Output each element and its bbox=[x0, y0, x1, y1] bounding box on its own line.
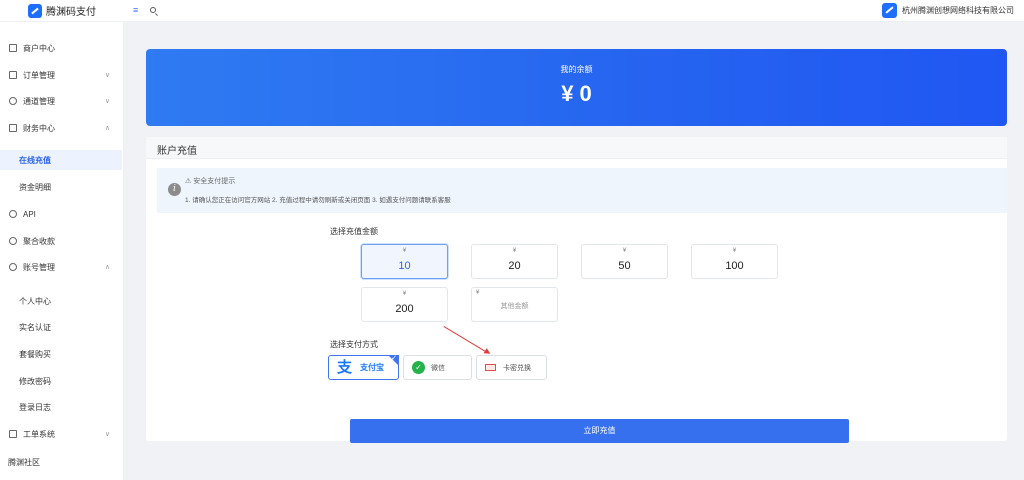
sidebar-item-profile[interactable]: 个人中心 bbox=[0, 291, 124, 311]
amount-option-200[interactable]: ¥ 200 bbox=[361, 287, 448, 322]
wallet-icon bbox=[9, 124, 17, 132]
sidebar-item-label: 资金明细 bbox=[19, 182, 51, 192]
alipay-icon: 支 bbox=[337, 358, 353, 376]
ticket-icon bbox=[9, 430, 17, 438]
sidebar-item-label: 财务中心 bbox=[23, 123, 55, 133]
custom-amount-placeholder: 其他金额 bbox=[500, 303, 529, 310]
app-name: 腾渊码支付 bbox=[46, 7, 96, 18]
amount-option-100[interactable]: ¥ 100 bbox=[691, 244, 778, 279]
balance-banner: 我的余额 ¥ 0 bbox=[146, 49, 1007, 126]
globe-icon bbox=[9, 97, 17, 105]
amount-value: 20 bbox=[508, 260, 521, 272]
sidebar-item-account[interactable]: 账号管理 ∧ bbox=[0, 257, 124, 277]
company-avatar-icon bbox=[882, 3, 897, 18]
security-notice: i ⚠ 安全支付提示 1. 请确认您正在访问官方网站 2. 充值过程中请勿刷新或… bbox=[157, 168, 1007, 213]
company-account[interactable]: 杭州腾渊创想网络科技有限公司 bbox=[882, 3, 1014, 18]
sidebar-item-label: 订单管理 bbox=[23, 70, 55, 80]
grid-icon bbox=[9, 44, 17, 52]
sidebar-item-finance[interactable]: 财务中心 ∧ bbox=[0, 118, 124, 138]
top-bar: 腾渊码支付 ≡ 杭州腾渊创想网络科技有限公司 bbox=[0, 0, 1024, 22]
chevron-down-icon: ∨ bbox=[104, 431, 110, 438]
recharge-submit-button[interactable]: 立即充值 bbox=[350, 419, 849, 443]
payment-method-alipay[interactable]: 支 支付宝 ✓ bbox=[328, 355, 399, 380]
check-icon: ✓ bbox=[391, 355, 397, 362]
custom-amount-input[interactable]: ¥ 其他金额 bbox=[471, 287, 558, 322]
main-content: 我的余额 ¥ 0 账户充值 i ⚠ 安全支付提示 1. 请确认您正在访问官方网站… bbox=[124, 22, 1024, 480]
payment-method-label-text: 微信 bbox=[431, 364, 445, 372]
sidebar-item-label: 腾渊社区 bbox=[8, 457, 40, 467]
sidebar-item-merchant-center[interactable]: 商户中心 bbox=[0, 38, 124, 58]
sidebar-item-label: 账号管理 bbox=[23, 262, 55, 272]
sidebar-item-label: 商户中心 bbox=[23, 43, 55, 53]
sidebar-item-plans[interactable]: 套餐购买 bbox=[0, 344, 124, 364]
currency-symbol: ¥ bbox=[402, 248, 407, 254]
amount-option-50[interactable]: ¥ 50 bbox=[581, 244, 668, 279]
sidebar: 商户中心 订单管理 ∨ 通道管理 ∨ 财务中心 ∧ 在线充值 资金明细 API … bbox=[0, 22, 124, 480]
chevron-up-icon: ∧ bbox=[104, 264, 110, 271]
api-icon bbox=[9, 210, 17, 218]
sidebar-item-label: 套餐购买 bbox=[19, 349, 51, 359]
collection-icon bbox=[9, 237, 17, 245]
search-icon[interactable] bbox=[150, 7, 156, 13]
notice-title: ⚠ 安全支付提示 bbox=[185, 178, 236, 185]
card-header: 账户充值 bbox=[146, 137, 1007, 159]
chevron-down-icon: ∨ bbox=[104, 72, 110, 79]
sidebar-item-change-password[interactable]: 修改密码 bbox=[0, 371, 124, 391]
sidebar-item-api[interactable]: API bbox=[0, 204, 124, 224]
card-title: 账户充值 bbox=[157, 146, 197, 157]
sidebar-item-community[interactable]: 腾渊社区 bbox=[0, 452, 124, 472]
amount-value: 100 bbox=[725, 260, 744, 272]
amount-option-10[interactable]: ¥ 10 bbox=[361, 244, 448, 279]
payment-method-label: 选择支付方式 bbox=[330, 340, 378, 349]
sidebar-item-fund-details[interactable]: 资金明细 bbox=[0, 177, 124, 197]
amount-label: 选择充值金额 bbox=[330, 227, 378, 236]
sidebar-item-label: 登录日志 bbox=[19, 402, 51, 412]
logo-icon bbox=[28, 3, 42, 18]
card-icon bbox=[485, 364, 496, 371]
sidebar-item-aggregate-collection[interactable]: 聚合收款 bbox=[0, 231, 124, 251]
sidebar-item-login-log[interactable]: 登录日志 bbox=[0, 397, 124, 417]
amount-value: 10 bbox=[398, 260, 411, 272]
amount-value: 200 bbox=[395, 303, 414, 315]
payment-method-label-text: 支付宝 bbox=[360, 363, 384, 372]
sidebar-item-channels[interactable]: 通道管理 ∨ bbox=[0, 91, 124, 111]
sidebar-item-tickets[interactable]: 工单系统 ∨ bbox=[0, 424, 124, 444]
currency-symbol: ¥ bbox=[476, 290, 480, 296]
order-icon bbox=[9, 71, 17, 79]
company-name: 杭州腾渊创想网络科技有限公司 bbox=[902, 6, 1014, 15]
wechat-icon: ✓ bbox=[412, 361, 425, 374]
chevron-up-icon: ∧ bbox=[104, 125, 110, 132]
amount-value: 50 bbox=[618, 260, 631, 272]
sidebar-item-orders[interactable]: 订单管理 ∨ bbox=[0, 65, 124, 85]
info-icon: i bbox=[168, 183, 181, 196]
currency-symbol: ¥ bbox=[512, 248, 517, 254]
sidebar-item-online-recharge[interactable]: 在线充值 bbox=[0, 150, 122, 170]
chevron-down-icon: ∨ bbox=[104, 98, 110, 105]
balance-label: 我的余额 bbox=[560, 65, 593, 74]
sidebar-item-label: 实名认证 bbox=[19, 322, 51, 332]
currency-symbol: ¥ bbox=[732, 248, 737, 254]
sidebar-item-label: 工单系统 bbox=[23, 429, 55, 439]
payment-method-card-redeem[interactable]: 卡密兑换 bbox=[476, 355, 547, 380]
sidebar-item-label: 在线充值 bbox=[19, 155, 51, 165]
sidebar-item-label: 通道管理 bbox=[23, 96, 55, 106]
sidebar-item-label: 修改密码 bbox=[19, 376, 51, 386]
user-icon bbox=[9, 263, 17, 271]
payment-method-label-text: 卡密兑换 bbox=[503, 364, 531, 372]
balance-value: ¥ 0 bbox=[561, 81, 592, 106]
amount-option-20[interactable]: ¥ 20 bbox=[471, 244, 558, 279]
currency-symbol: ¥ bbox=[622, 248, 627, 254]
recharge-card: 账户充值 i ⚠ 安全支付提示 1. 请确认您正在访问官方网站 2. 充值过程中… bbox=[146, 137, 1007, 443]
sidebar-item-label: API bbox=[23, 209, 36, 219]
notice-text: 1. 请确认您正在访问官方网站 2. 充值过程中请勿刷新或关闭页面 3. 如遇支… bbox=[185, 197, 451, 204]
payment-method-wechat[interactable]: ✓ 微信 bbox=[403, 355, 472, 380]
menu-toggle-icon[interactable]: ≡ bbox=[133, 5, 138, 15]
sidebar-item-label: 个人中心 bbox=[19, 296, 51, 306]
currency-symbol: ¥ bbox=[402, 291, 407, 297]
sidebar-item-verification[interactable]: 实名认证 bbox=[0, 317, 124, 337]
sidebar-item-label: 聚合收款 bbox=[23, 236, 55, 246]
app-logo[interactable]: 腾渊码支付 bbox=[28, 3, 96, 18]
